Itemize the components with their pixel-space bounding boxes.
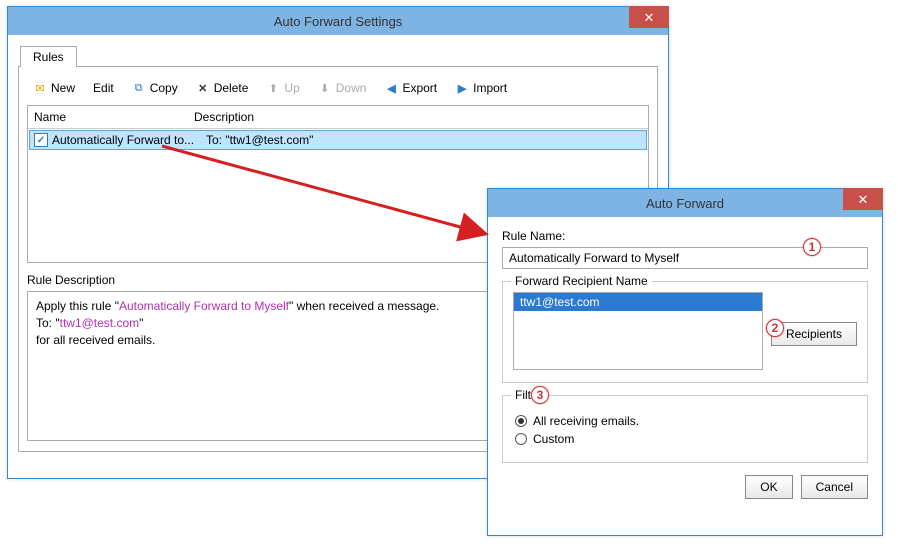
recipient-list[interactable]: ttw1@test.com [513,292,763,370]
delete-icon: ✕ [196,81,210,95]
export-icon: ◀ [384,81,398,95]
radio-icon [515,433,527,445]
dialog-title: Auto Forward [494,196,876,211]
edit-label: Edit [93,81,114,95]
col-name-header[interactable]: Name [34,110,194,124]
forward-recipient-group: Forward Recipient Name ttw1@test.com Rec… [502,281,868,383]
close-icon: ✕ [644,11,655,24]
titlebar[interactable]: Auto Forward Settings ✕ [8,7,668,35]
rule-checkbox[interactable]: ✓ [34,133,48,147]
delete-button[interactable]: ✕ Delete [190,79,255,97]
recipient-item[interactable]: ttw1@test.com [514,293,762,311]
up-button[interactable]: ⬆ Up [260,79,305,97]
export-label: Export [402,81,437,95]
close-icon: ✕ [858,193,869,206]
desc-rule-link[interactable]: Automatically Forward to Myself [119,299,289,313]
forward-recipient-legend: Forward Recipient Name [511,274,652,288]
desc-recipient-link[interactable]: ttw1@test.com [60,316,140,330]
copy-label: Copy [150,81,178,95]
import-icon: ▶ [455,81,469,95]
export-button[interactable]: ◀ Export [378,79,443,97]
down-icon: ⬇ [318,81,332,95]
down-label: Down [336,81,367,95]
up-label: Up [284,81,299,95]
cancel-button[interactable]: Cancel [801,475,868,499]
radio-custom[interactable]: Custom [515,432,857,446]
rule-desc: To: "ttw1@test.com" [206,133,642,147]
radio-all-label: All receiving emails. [533,414,639,428]
toolbar: ✉ New Edit ⧉ Copy ✕ Delete ⬆ Up [27,75,649,105]
filter-group: Filter All receiving emails. Custom [502,395,868,463]
window-title: Auto Forward Settings [14,14,662,29]
auto-forward-dialog: Auto Forward ✕ Rule Name: Forward Recipi… [487,188,883,536]
edit-button[interactable]: Edit [87,79,120,97]
new-label: New [51,81,75,95]
callout-badge-2: 2 [766,319,784,337]
ok-button[interactable]: OK [745,475,792,499]
copy-button[interactable]: ⧉ Copy [126,79,184,97]
rule-row[interactable]: ✓ Automatically Forward to... To: "ttw1@… [29,130,647,150]
callout-badge-3: 3 [531,386,549,404]
import-button[interactable]: ▶ Import [449,79,513,97]
new-icon: ✉ [33,81,47,95]
rule-name: Automatically Forward to... [52,133,206,147]
down-button[interactable]: ⬇ Down [312,79,373,97]
radio-custom-label: Custom [533,432,574,446]
radio-all-receiving[interactable]: All receiving emails. [515,414,857,428]
copy-icon: ⧉ [132,81,146,95]
new-button[interactable]: ✉ New [27,79,81,97]
callout-badge-1: 1 [803,238,821,256]
col-desc-header[interactable]: Description [194,110,642,124]
titlebar[interactable]: Auto Forward ✕ [488,189,882,217]
radio-icon [515,415,527,427]
close-button[interactable]: ✕ [843,188,883,210]
close-button[interactable]: ✕ [629,6,669,28]
import-label: Import [473,81,507,95]
rules-header: Name Description [28,106,648,129]
up-icon: ⬆ [266,81,280,95]
delete-label: Delete [214,81,249,95]
tab-rules[interactable]: Rules [20,46,77,67]
